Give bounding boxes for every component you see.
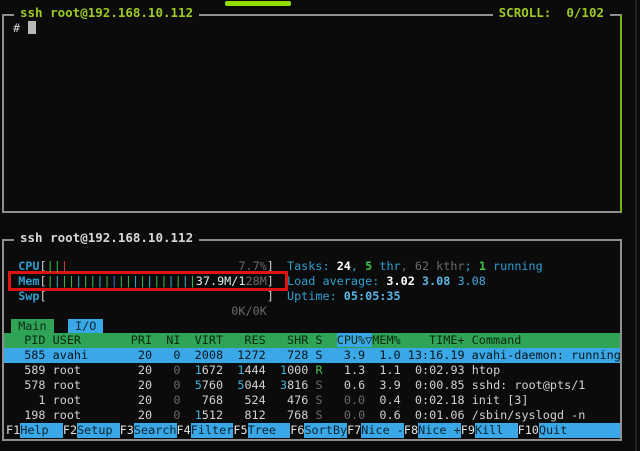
fkey-sortby[interactable]: F6SortBy (290, 423, 347, 438)
uptime: Uptime: 05:05:35 (280, 289, 543, 304)
tasks-summary: Tasks: 24, 5 thr, 62 kthr; 1 running (280, 259, 543, 274)
fkey-kill[interactable]: F9Kill (461, 423, 518, 438)
process-row[interactable]: 589 root 20 0 1672 1444 1000 R 1.3 1.1 0… (4, 363, 620, 378)
process-row[interactable]: 585 avahi 20 0 2008 1272 728 S 3.9 1.0 1… (4, 348, 620, 363)
process-row[interactable]: 198 root 20 0 1512 812 768 S 0.0 0.6 0:0… (4, 408, 620, 423)
fkey-tree[interactable]: F5Tree (233, 423, 290, 438)
shell-prompt: # (13, 21, 20, 35)
process-row[interactable]: 578 root 20 0 5760 5044 3816 S 0.6 3.9 0… (4, 378, 620, 393)
top-green-indicator (225, 1, 291, 6)
load-average: Load average: 3.02 3.08 3.08 (280, 274, 543, 289)
terminal-pane-bottom[interactable]: ssh root@192.168.10.112 CPU[|||7.7%] Mem… (2, 239, 622, 441)
fkey-nice-+[interactable]: F8Nice + (404, 423, 461, 438)
terminal-screen: ssh root@192.168.10.112 SCROLL: 0/102 # … (0, 0, 640, 451)
htop-tabs: Main I/O (4, 319, 620, 334)
process-table-header[interactable]: PID USER PRI NI VIRT RES SHR S CPU%▽MEM%… (4, 333, 620, 348)
fkey-quit[interactable]: F10Quit (518, 423, 620, 438)
htop-app: CPU[|||7.7%] Mem[|||||||||||||||||||||37… (4, 241, 620, 439)
fkey-help[interactable]: F1Help (6, 423, 63, 438)
tab-main[interactable]: Main (11, 319, 54, 334)
fkey-nice-[interactable]: F7Nice - (347, 423, 404, 438)
scroll-indicator: SCROLL: 0/102 (493, 6, 610, 21)
blank-line (4, 304, 620, 319)
fkey-filter[interactable]: F4Filter (177, 423, 234, 438)
fkey-bar: F1Help F2Setup F3SearchF4FilterF5Tree F6… (4, 423, 620, 438)
pane-title: ssh root@192.168.10.112 (14, 6, 199, 21)
swp-meter: Swp[0K/0K] (4, 289, 280, 304)
terminal-pane-top[interactable]: ssh root@192.168.10.112 SCROLL: 0/102 # (2, 14, 622, 213)
screen-edge-line (635, 0, 637, 451)
fkey-setup[interactable]: F2Setup (63, 423, 120, 438)
tab-io[interactable]: I/O (68, 319, 104, 334)
fkey-search[interactable]: F3Search (120, 423, 177, 438)
terminal-cursor (28, 21, 36, 34)
process-row[interactable]: 1 root 20 0 768 524 476 S 0.0 0.4 0:02.1… (4, 393, 620, 408)
htop-summary: Tasks: 24, 5 thr, 62 kthr; 1 running Loa… (280, 259, 543, 304)
process-table: 585 avahi 20 0 2008 1272 728 S 3.9 1.0 1… (4, 348, 620, 422)
